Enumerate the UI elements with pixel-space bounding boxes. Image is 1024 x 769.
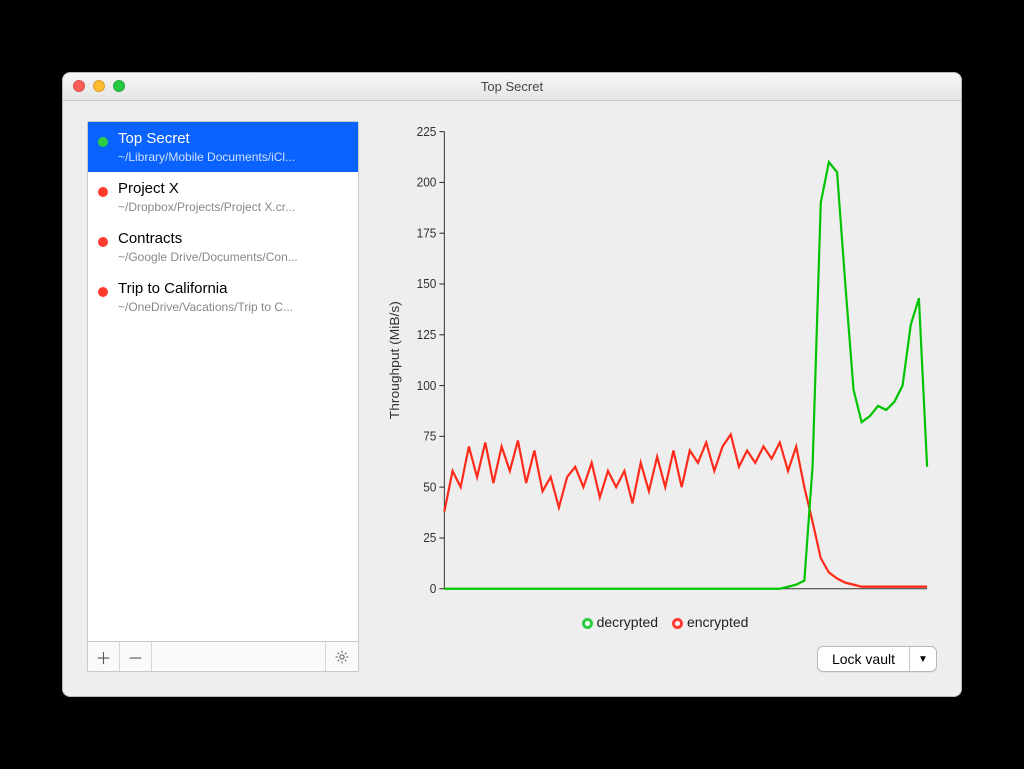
- window-body: Top Secret ~/Library/Mobile Documents/iCl…: [63, 101, 961, 696]
- legend-swatch-decrypted: [582, 618, 593, 629]
- vault-name: Project X: [118, 180, 348, 198]
- settings-button[interactable]: [326, 642, 358, 671]
- lock-vault-dropdown[interactable]: ▼: [910, 647, 936, 671]
- vault-path: ~/Dropbox/Projects/Project X.cr...: [118, 200, 348, 214]
- vault-item[interactable]: Top Secret ~/Library/Mobile Documents/iCl…: [88, 122, 358, 172]
- window-title: Top Secret: [63, 79, 961, 94]
- gear-icon: [334, 649, 350, 665]
- throughput-chart: 0 25 50 75 100 125 150 175 200 225 Throughput (MiB…: [383, 121, 937, 610]
- fullscreen-window-button[interactable]: [113, 80, 125, 92]
- status-dot-unlocked: [98, 137, 108, 147]
- legend-swatch-encrypted: [672, 618, 683, 629]
- vault-name: Contracts: [118, 230, 348, 248]
- vault-list: Top Secret ~/Library/Mobile Documents/iCl…: [88, 122, 358, 641]
- minimize-window-button[interactable]: [93, 80, 105, 92]
- legend-label-decrypted: decrypted: [597, 614, 658, 630]
- vault-path: ~/Library/Mobile Documents/iCl...: [118, 150, 348, 164]
- vault-path: ~/Google Drive/Documents/Con...: [118, 250, 348, 264]
- chart-legend: decrypted encrypted: [383, 614, 937, 630]
- titlebar: Top Secret: [63, 73, 961, 101]
- close-window-button[interactable]: [73, 80, 85, 92]
- main-panel: 0 25 50 75 100 125 150 175 200 225 Throughput (MiB…: [383, 121, 937, 672]
- vault-name: Top Secret: [118, 130, 348, 148]
- svg-text:225: 225: [417, 124, 437, 138]
- status-dot-locked: [98, 237, 108, 247]
- svg-text:75: 75: [423, 429, 436, 443]
- lock-vault-button[interactable]: Lock vault: [818, 647, 910, 671]
- svg-text:100: 100: [417, 378, 437, 392]
- traffic-lights: [73, 80, 125, 92]
- vault-item[interactable]: Contracts ~/Google Drive/Documents/Con...: [88, 222, 358, 272]
- svg-text:200: 200: [417, 175, 437, 189]
- svg-text:0: 0: [430, 582, 437, 596]
- vault-path: ~/OneDrive/Vacations/Trip to C...: [118, 300, 348, 314]
- svg-text:Throughput (MiB/s): Throughput (MiB/s): [387, 301, 401, 419]
- svg-text:150: 150: [417, 277, 437, 291]
- vault-item[interactable]: Project X ~/Dropbox/Projects/Project X.cr…: [88, 172, 358, 222]
- status-dot-locked: [98, 187, 108, 197]
- legend-label-encrypted: encrypted: [687, 614, 748, 630]
- svg-text:125: 125: [417, 328, 437, 342]
- vault-name: Trip to California: [118, 280, 348, 298]
- lock-vault-split-button: Lock vault ▼: [817, 646, 937, 672]
- svg-text:50: 50: [423, 480, 436, 494]
- vault-sidebar: Top Secret ~/Library/Mobile Documents/iCl…: [87, 121, 359, 672]
- vault-item[interactable]: Trip to California ~/OneDrive/Vacations/T…: [88, 272, 358, 322]
- sidebar-toolbar: ＋ －: [88, 641, 358, 671]
- action-row: Lock vault ▼: [383, 646, 937, 672]
- svg-text:25: 25: [423, 531, 436, 545]
- status-dot-locked: [98, 287, 108, 297]
- app-window: Top Secret Top Secret ~/Library/Mobile Do…: [62, 72, 962, 697]
- svg-text:175: 175: [417, 226, 437, 240]
- remove-vault-button[interactable]: －: [120, 642, 152, 671]
- add-vault-button[interactable]: ＋: [88, 642, 120, 671]
- toolbar-spacer: [152, 642, 326, 671]
